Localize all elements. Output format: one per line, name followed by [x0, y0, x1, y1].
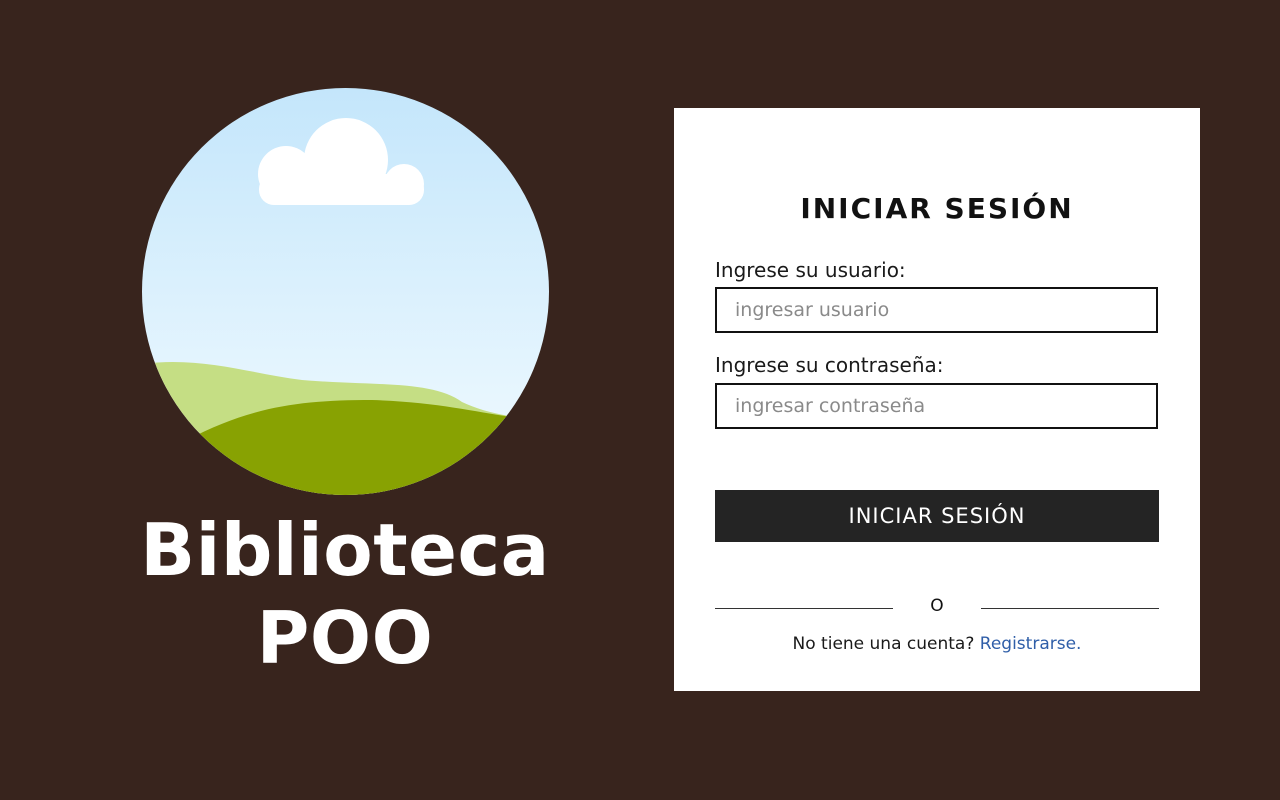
password-input[interactable]	[715, 383, 1158, 429]
login-button[interactable]: INICIAR SESIÓN	[715, 490, 1159, 542]
signup-prompt: No tiene una cuenta?	[792, 634, 975, 654]
username-input[interactable]	[715, 287, 1158, 333]
divider-left	[715, 608, 893, 609]
username-label: Ingrese su usuario:	[715, 258, 906, 282]
brand-title-line2: POO	[256, 596, 434, 680]
login-card: INICIAR SESIÓN Ingrese su usuario: Ingre…	[674, 108, 1200, 691]
brand-title-line1: Biblioteca	[140, 508, 550, 592]
brand-title: Biblioteca POO	[100, 506, 590, 682]
signup-row: No tiene una cuenta? Registrarse.	[674, 634, 1200, 654]
divider-right	[981, 608, 1159, 609]
signup-link[interactable]: Registrarse.	[980, 634, 1082, 654]
divider-text: O	[930, 596, 944, 616]
login-heading: INICIAR SESIÓN	[800, 192, 1074, 225]
landscape-logo-icon	[142, 88, 549, 495]
password-label: Ingrese su contraseña:	[715, 353, 944, 377]
